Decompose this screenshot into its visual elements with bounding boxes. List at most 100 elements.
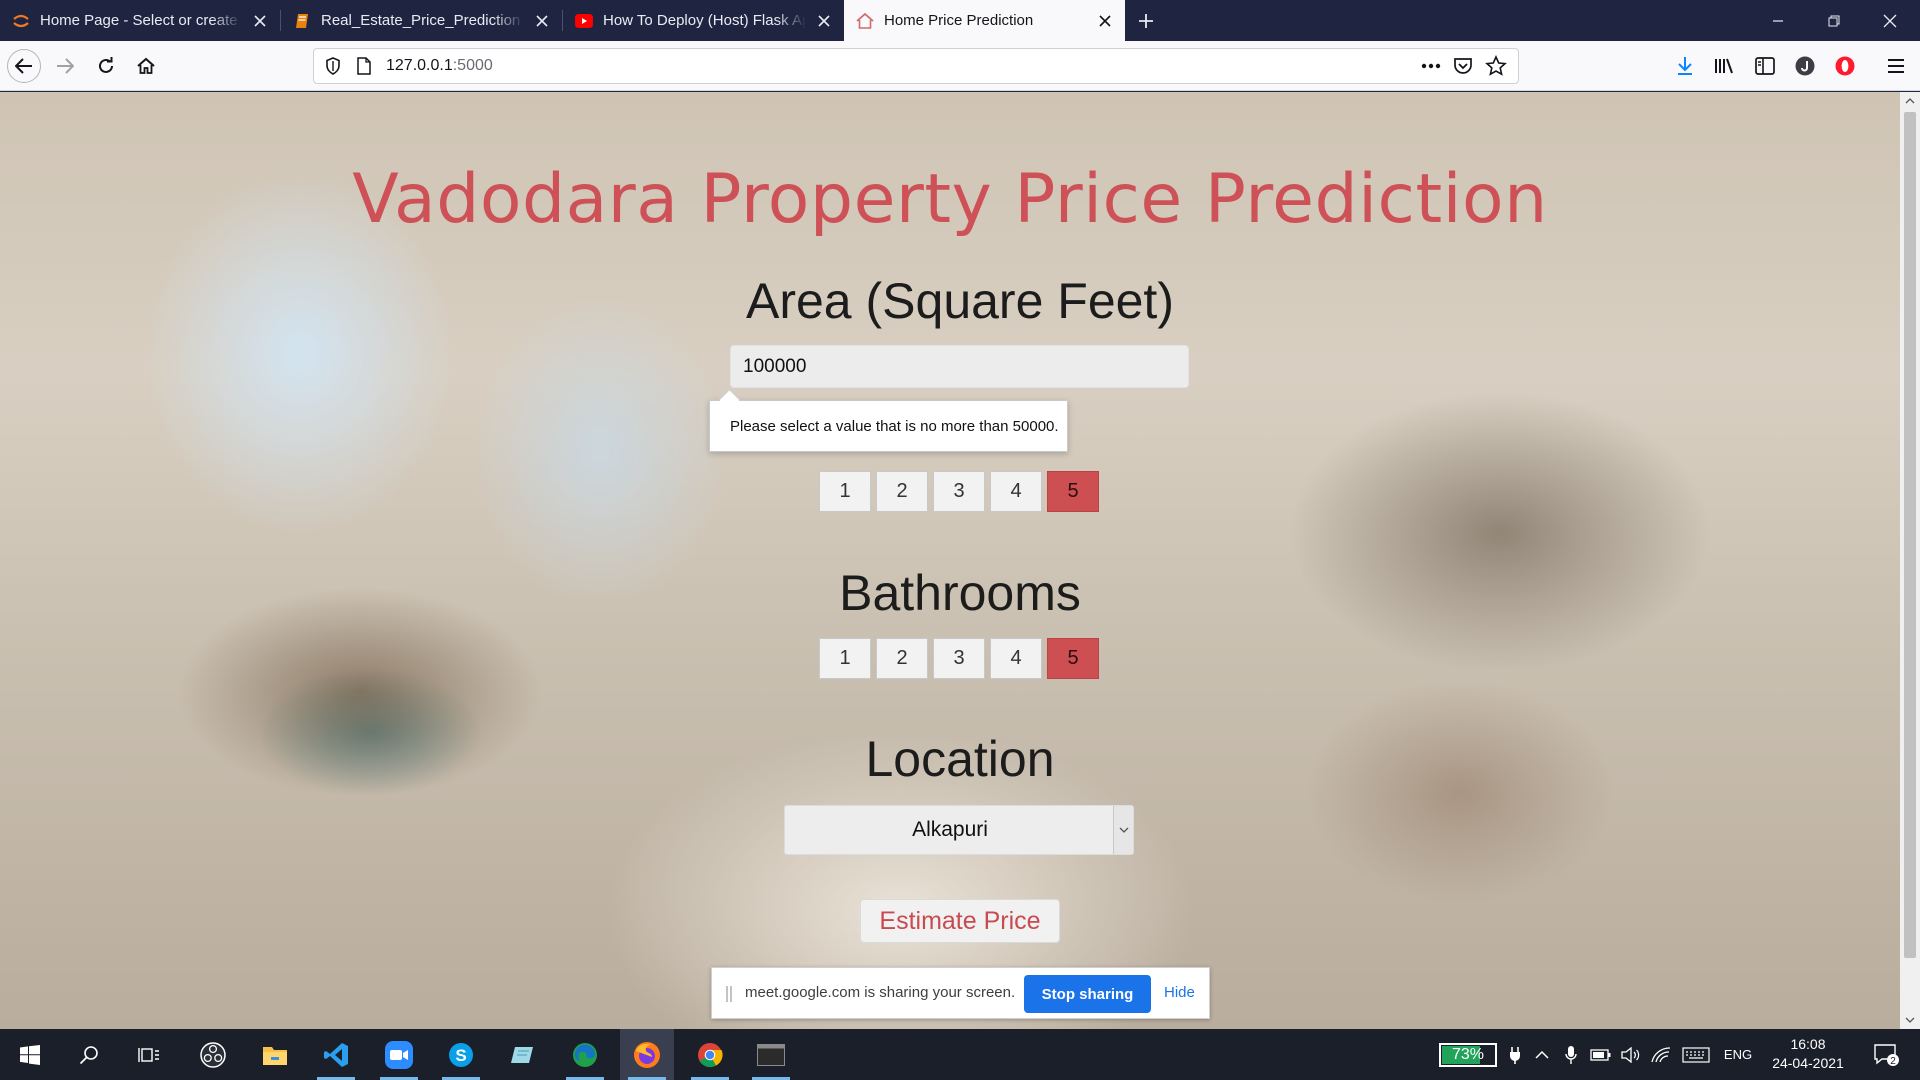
reload-button[interactable]: [89, 49, 123, 83]
zoom-icon[interactable]: [372, 1029, 426, 1080]
location-selected-value: Alkapuri: [912, 818, 988, 841]
bath-option-3[interactable]: 3: [933, 638, 985, 679]
sidebar-icon[interactable]: [1748, 49, 1782, 83]
location-select[interactable]: Alkapuri: [784, 805, 1134, 855]
battery-percent: 73%: [1451, 1046, 1485, 1063]
chrome-icon[interactable]: [683, 1029, 737, 1080]
tab-title: Home Page - Select or create a: [40, 12, 242, 29]
chevron-up-icon[interactable]: [1528, 1029, 1556, 1080]
navigation-toolbar: 127.0.0.1:5000: [0, 41, 1920, 91]
windows-taskbar: S 73% ENG 16:08 24-04-2021 2: [0, 1029, 1920, 1080]
close-tab-icon[interactable]: [814, 11, 834, 31]
edge-icon[interactable]: [558, 1029, 612, 1080]
tab-title: Home Price Prediction: [884, 12, 1034, 29]
tab-home-price-prediction[interactable]: Home Price Prediction: [844, 0, 1125, 41]
bath-option-1[interactable]: 1: [819, 638, 871, 679]
keyboard-icon[interactable]: [1678, 1029, 1714, 1080]
bathrooms-selector: 1 2 3 4 5: [819, 638, 1103, 679]
tab-youtube[interactable]: How To Deploy (Host) Flask Ap: [563, 0, 844, 41]
firefox-icon[interactable]: [620, 1029, 674, 1080]
action-center-icon[interactable]: 2: [1866, 1029, 1906, 1080]
bhk-option-5[interactable]: 5: [1047, 471, 1099, 512]
estimate-price-button[interactable]: Estimate Price: [860, 899, 1060, 943]
restore-button[interactable]: [1806, 0, 1862, 41]
sharing-status-text: meet.google.com is sharing your screen.: [745, 984, 1016, 1001]
browser-tab-strip: Home Page - Select or create a Real_Esta…: [0, 0, 1920, 41]
youtube-icon: [575, 12, 593, 30]
address-bar[interactable]: 127.0.0.1:5000: [313, 48, 1519, 84]
pocket-icon[interactable]: [1453, 56, 1473, 81]
skype-icon[interactable]: S: [434, 1029, 488, 1080]
page-actions-icon[interactable]: [1420, 58, 1442, 79]
bhk-option-2[interactable]: 2: [876, 471, 928, 512]
account-avatar-icon[interactable]: [1788, 49, 1822, 83]
validation-tooltip: Please select a value that is no more th…: [709, 400, 1068, 452]
close-window-button[interactable]: [1862, 0, 1918, 41]
start-windows-icon[interactable]: [3, 1029, 57, 1080]
tab-title: Real_Estate_Price_Prediction - J: [321, 12, 524, 29]
close-tab-icon[interactable]: [250, 11, 270, 31]
back-button[interactable]: [7, 49, 41, 83]
language-indicator[interactable]: ENG: [1718, 1029, 1758, 1080]
library-icon[interactable]: [1708, 49, 1742, 83]
tab-title: How To Deploy (Host) Flask Ap: [603, 12, 806, 29]
area-label: Area (Square Feet): [746, 273, 1174, 329]
bhk-option-4[interactable]: 4: [990, 471, 1042, 512]
minimize-button[interactable]: [1750, 0, 1806, 41]
menu-hamburger-icon[interactable]: [1879, 49, 1913, 83]
notification-count: 2: [1890, 1056, 1896, 1067]
stop-sharing-button[interactable]: Stop sharing: [1024, 975, 1151, 1013]
vscode-icon[interactable]: [309, 1029, 363, 1080]
house-icon: [856, 12, 874, 30]
downloads-icon[interactable]: [1668, 49, 1702, 83]
notes-app-icon[interactable]: [496, 1029, 550, 1080]
scrollbar-thumb[interactable]: [1904, 112, 1916, 958]
bathrooms-label: Bathrooms: [839, 565, 1081, 621]
microphone-icon[interactable]: [1558, 1029, 1584, 1080]
page-viewport: Vadodara Property Price Prediction Area …: [0, 92, 1900, 1029]
forward-button[interactable]: [48, 49, 82, 83]
volume-icon[interactable]: [1617, 1029, 1645, 1080]
drag-handle-icon[interactable]: [726, 986, 732, 1002]
tracking-shield-icon[interactable]: [325, 57, 341, 80]
search-icon[interactable]: [62, 1029, 116, 1080]
bookmark-star-icon[interactable]: [1485, 55, 1507, 82]
hide-sharing-bar-button[interactable]: Hide: [1164, 968, 1195, 1018]
scroll-down-icon[interactable]: [1900, 1011, 1920, 1029]
area-input[interactable]: 100000: [730, 345, 1189, 388]
new-tab-button[interactable]: [1133, 8, 1159, 34]
clock-time: 16:08: [1790, 1036, 1826, 1052]
wifi-icon[interactable]: [1647, 1029, 1675, 1080]
system-clock[interactable]: 16:08 24-04-2021: [1760, 1035, 1856, 1073]
close-tab-icon[interactable]: [1095, 11, 1115, 31]
chevron-down-icon[interactable]: [1113, 806, 1133, 854]
screen-sharing-bar: meet.google.com is sharing your screen. …: [711, 967, 1210, 1019]
bhk-option-1[interactable]: 1: [819, 471, 871, 512]
bath-option-2[interactable]: 2: [876, 638, 928, 679]
page-info-icon[interactable]: [357, 57, 371, 80]
power-plug-icon[interactable]: [1503, 1029, 1527, 1080]
bhk-option-3[interactable]: 3: [933, 471, 985, 512]
battery-indicator[interactable]: 73%: [1439, 1043, 1497, 1067]
obs-studio-icon[interactable]: [186, 1029, 240, 1080]
location-label: Location: [865, 731, 1055, 787]
svg-text:S: S: [455, 1046, 466, 1065]
bath-option-4[interactable]: 4: [990, 638, 1042, 679]
bath-option-5[interactable]: 5: [1047, 638, 1099, 679]
opera-extension-icon[interactable]: [1828, 49, 1862, 83]
close-tab-icon[interactable]: [532, 11, 552, 31]
clock-date: 24-04-2021: [1772, 1055, 1844, 1071]
tab-jupyter-home[interactable]: Home Page - Select or create a: [0, 0, 280, 41]
page-title: Vadodara Property Price Prediction: [352, 160, 1548, 239]
page-scrollbar[interactable]: [1900, 92, 1920, 1029]
url-text: 127.0.0.1:5000: [386, 57, 493, 74]
battery-tray-icon[interactable]: [1586, 1029, 1616, 1080]
notebook-icon: [293, 12, 311, 30]
home-button[interactable]: [129, 49, 163, 83]
file-explorer-icon[interactable]: [248, 1029, 302, 1080]
task-view-icon[interactable]: [122, 1029, 176, 1080]
bhk-selector: 1 2 3 4 5: [819, 471, 1103, 512]
terminal-icon[interactable]: [744, 1029, 798, 1080]
scroll-up-icon[interactable]: [1900, 92, 1920, 110]
tab-notebook[interactable]: Real_Estate_Price_Prediction - J: [281, 0, 562, 41]
